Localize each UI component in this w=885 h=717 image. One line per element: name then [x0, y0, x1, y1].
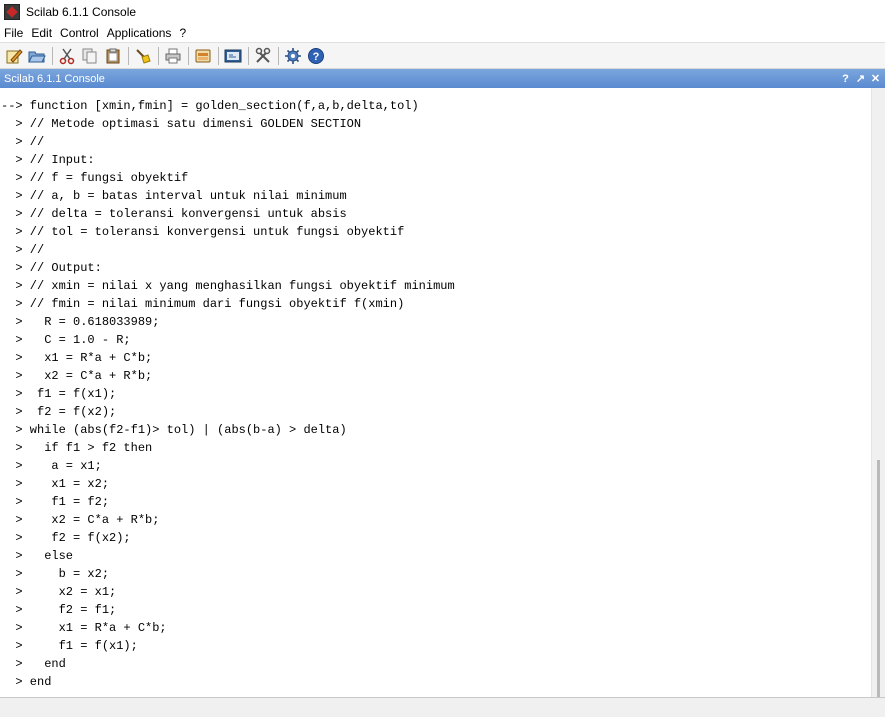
console-line: > x1 = R*a + C*b;: [1, 621, 167, 635]
copy-icon[interactable]: [79, 45, 101, 67]
console-line: > f1 = f2;: [1, 495, 110, 509]
console-line: > f2 = f(x2);: [1, 405, 117, 419]
console-line: > // fmin = nilai minimum dari fungsi ob…: [1, 297, 405, 311]
console-line: > x1 = R*a + C*b;: [1, 351, 153, 365]
toolbar-separator: [188, 46, 189, 65]
console-line: > a = x1;: [1, 459, 102, 473]
console-line: > // delta = toleransi konvergensi untuk…: [1, 207, 347, 221]
cut-icon[interactable]: [56, 45, 78, 67]
console-line: > while (abs(f2-f1)> tol) | (abs(b-a) > …: [1, 423, 347, 437]
console-line: > f2 = f(x2);: [1, 531, 131, 545]
console-line: --> function [xmin,fmin] = golden_sectio…: [1, 99, 419, 113]
toolbar-separator: [128, 46, 129, 65]
console-dock-title: Scilab 6.1.1 Console: [4, 72, 105, 85]
console-dock-header: Scilab 6.1.1 Console ? ↗ ✕: [0, 69, 885, 88]
console-line: > f1 = f(x1);: [1, 639, 138, 653]
toolbar-separator: [278, 46, 279, 65]
console-line: > else: [1, 549, 74, 563]
console-line: > x2 = C*a + R*b;: [1, 369, 153, 383]
dock-close-button[interactable]: ✕: [868, 72, 883, 85]
clear-console-icon[interactable]: [132, 45, 154, 67]
console-line: > f2 = f1;: [1, 603, 117, 617]
demos-icon[interactable]: [282, 45, 304, 67]
console-line: > R = 0.618033989;: [1, 315, 160, 329]
console-line: > C = 1.0 - R;: [1, 333, 131, 347]
scrollbar-thumb[interactable]: [877, 460, 880, 698]
new-script-icon[interactable]: [3, 45, 25, 67]
print-icon[interactable]: [162, 45, 184, 67]
toolbar-separator: [158, 46, 159, 65]
console-line: > //: [1, 243, 45, 257]
menu-control[interactable]: Control: [56, 26, 103, 40]
menu-file[interactable]: File: [0, 26, 27, 40]
console-line: > // tol = toleransi konvergensi untuk f…: [1, 225, 405, 239]
scilab-logo-icon: [4, 3, 20, 20]
menu-edit[interactable]: Edit: [27, 26, 56, 40]
paste-icon[interactable]: [102, 45, 124, 67]
window-title: Scilab 6.1.1 Console: [26, 4, 137, 19]
console-output[interactable]: --> function [xmin,fmin] = golden_sectio…: [0, 97, 871, 696]
module-manager-icon[interactable]: [252, 45, 274, 67]
help-icon[interactable]: ?: [305, 45, 327, 67]
console-line: > // a, b = batas interval untuk nilai m…: [1, 189, 347, 203]
console-line: > // f = fungsi obyektif: [1, 171, 189, 185]
scinotes-icon[interactable]: [222, 45, 244, 67]
console-line: > //: [1, 135, 45, 149]
console-line: > f1 = f(x1);: [1, 387, 117, 401]
toolbar-separator: [248, 46, 249, 65]
svg-text:?: ?: [313, 51, 320, 63]
console-line: > end: [1, 675, 52, 689]
toolbar: ?: [0, 42, 885, 69]
console-lines: --> function [xmin,fmin] = golden_sectio…: [0, 97, 871, 691]
toolbar-separator: [218, 46, 219, 65]
console-line: > // Metode optimasi satu dimensi GOLDEN…: [1, 117, 362, 131]
console-line: > x2 = x1;: [1, 585, 117, 599]
menu-bar: File Edit Control Applications ?: [0, 23, 885, 42]
menu-help[interactable]: ?: [175, 26, 190, 40]
console-line: > // Input:: [1, 153, 95, 167]
open-file-icon[interactable]: [26, 45, 48, 67]
dock-help-button[interactable]: ?: [838, 73, 853, 85]
console-line: > if f1 > f2 then: [1, 441, 153, 455]
toolbar-separator: [52, 46, 53, 65]
dock-header-buttons: ? ↗ ✕: [838, 72, 885, 86]
console-line: > x2 = C*a + R*b;: [1, 513, 160, 527]
status-bar: [0, 697, 885, 717]
dock-undock-button[interactable]: ↗: [853, 72, 868, 85]
console-line: > b = x2;: [1, 567, 110, 581]
console-line: > x1 = x2;: [1, 477, 110, 491]
console-line: > end: [1, 657, 66, 671]
console-line: > // Output:: [1, 261, 102, 275]
console-line: > // xmin = nilai x yang menghasilkan fu…: [1, 279, 455, 293]
title-bar: Scilab 6.1.1 Console: [0, 0, 885, 23]
variable-browser-icon[interactable]: [192, 45, 214, 67]
menu-applications[interactable]: Applications: [103, 26, 176, 40]
